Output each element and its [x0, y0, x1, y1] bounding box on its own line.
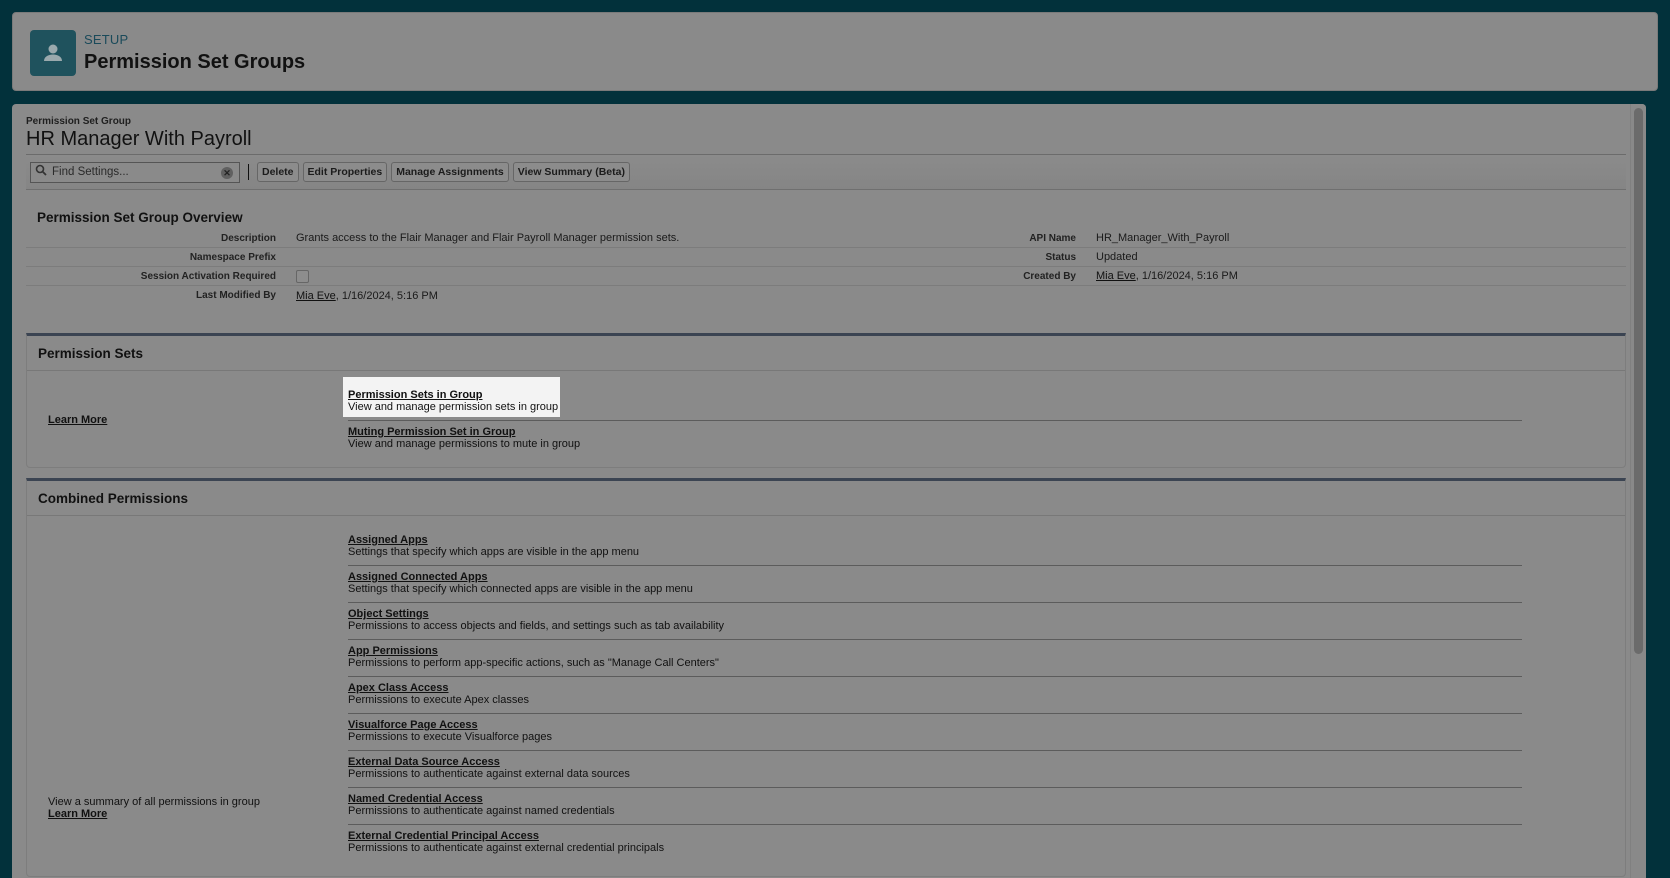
permission-sets-in-group-link[interactable]: Permission Sets in Group: [348, 389, 1522, 401]
overview-row-description: Description Grants access to the Flair M…: [26, 229, 826, 248]
external-credential-principal-access-link[interactable]: External Credential Principal Access: [348, 830, 1522, 842]
header-eyebrow: SETUP: [84, 32, 129, 47]
item-description: View and manage permissions to mute in g…: [348, 438, 581, 450]
field-label: Created By: [1023, 270, 1076, 282]
item-description: Permissions to authenticate against name…: [348, 805, 615, 817]
user-icon: [30, 30, 76, 76]
field-label: Session Activation Required: [140, 270, 276, 282]
field-label: Last Modified By: [195, 290, 276, 301]
delete-button[interactable]: Delete: [257, 162, 299, 182]
field-value: HR_Manager_With_Payroll: [1096, 232, 1230, 244]
list-item-muting-permission-set: Muting Permission Set in Group View and …: [348, 421, 1522, 458]
field-label: Description: [220, 232, 276, 244]
page-title: Permission Set Groups: [84, 51, 306, 73]
list-item: Assigned Connected Apps Settings that spe…: [348, 566, 1522, 603]
field-label: API Name: [1029, 232, 1076, 244]
created-by-user-link[interactable]: Mia Eve: [1096, 270, 1136, 282]
item-description: View and manage permission sets in group: [348, 401, 559, 413]
list-item: Named Credential Access Permissions to au…: [348, 788, 1522, 825]
search-input[interactable]: [52, 166, 212, 178]
combined-permissions-panel: Combined Permissions View a summary of a…: [26, 478, 1626, 877]
view-summary-button[interactable]: View Summary (Beta): [512, 162, 630, 182]
list-item: Apex Class Access Permissions to execute …: [348, 677, 1522, 714]
overview-row-last-modified: Last Modified By Mia Eve, 1/16/2024, 5:1…: [26, 286, 826, 305]
apex-class-access-link[interactable]: Apex Class Access: [348, 682, 1522, 694]
app-permissions-link[interactable]: App Permissions: [348, 645, 1522, 657]
overview-details: Description Grants access to the Flair M…: [26, 229, 1626, 305]
list-item: Assigned Apps Settings that specify which…: [348, 529, 1522, 566]
list-item: External Data Source Access Permissions t…: [348, 751, 1522, 788]
item-description: Permissions to authenticate against exte…: [348, 768, 630, 780]
toolbar-separator: [248, 164, 249, 180]
field-value: Updated: [1096, 251, 1138, 263]
main-content: Permission Set Group HR Manager With Pay…: [12, 104, 1646, 878]
list-item: App Permissions Permissions to perform ap…: [348, 640, 1522, 677]
overview-title: Permission Set Group Overview: [37, 210, 243, 225]
assigned-apps-link[interactable]: Assigned Apps: [348, 534, 1522, 546]
combined-learn-more-link[interactable]: Learn More: [48, 808, 260, 820]
overview-row-session-activation: Session Activation Required: [26, 267, 826, 286]
edit-properties-button[interactable]: Edit Properties: [302, 162, 388, 182]
assigned-connected-apps-link[interactable]: Assigned Connected Apps: [348, 571, 1522, 583]
combined-permissions-title: Combined Permissions: [38, 490, 189, 506]
list-item: Object Settings Permissions to access obj…: [348, 603, 1522, 640]
item-description: Permissions to execute Apex classes: [348, 694, 529, 706]
field-label: Namespace Prefix: [189, 251, 276, 263]
overview-row-api-name: API Name HR_Manager_With_Payroll: [826, 229, 1626, 248]
field-value: Grants access to the Flair Manager and F…: [296, 232, 680, 244]
overview-left-column: Description Grants access to the Flair M…: [26, 229, 826, 305]
vertical-scrollbar[interactable]: [1630, 104, 1646, 878]
object-settings-link[interactable]: Object Settings: [348, 608, 1522, 620]
item-description: Settings that specify which apps are vis…: [348, 546, 640, 558]
find-settings-search[interactable]: ✕: [30, 161, 240, 183]
list-item-permission-sets-in-group: Permission Sets in Group View and manage…: [348, 384, 1522, 421]
scrollbar-thumb[interactable]: [1634, 108, 1643, 654]
last-modified-date: , 1/16/2024, 5:16 PM: [335, 289, 438, 302]
permission-sets-panel: Permission Sets Learn More Permission Se…: [26, 333, 1626, 468]
item-description: Permissions to execute Visualforce pages: [348, 731, 553, 743]
muting-permission-set-link[interactable]: Muting Permission Set in Group: [348, 426, 1522, 438]
external-data-source-access-link[interactable]: External Data Source Access: [348, 756, 1522, 768]
summary-text: View a summary of all permissions in gro…: [48, 796, 260, 808]
overview-right-column: API Name HR_Manager_With_Payroll Status …: [826, 229, 1626, 305]
list-item: Visualforce Page Access Permissions to ex…: [348, 714, 1522, 751]
record-type-label: Permission Set Group: [26, 116, 132, 127]
named-credential-access-link[interactable]: Named Credential Access: [348, 793, 1522, 805]
visualforce-page-access-link[interactable]: Visualforce Page Access: [348, 719, 1522, 731]
search-icon: [35, 163, 47, 181]
item-description: Permissions to perform app-specific acti…: [348, 657, 719, 669]
created-by-date: , 1/16/2024, 5:16 PM: [1135, 270, 1238, 282]
overview-row-status: Status Updated: [826, 248, 1626, 267]
last-modified-user-link[interactable]: Mia Eve: [296, 290, 336, 302]
overview-row-created-by: Created By Mia Eve, 1/16/2024, 5:16 PM: [826, 267, 1626, 286]
list-item: External Credential Principal Access Perm…: [348, 825, 1522, 862]
manage-assignments-button[interactable]: Manage Assignments: [391, 162, 509, 182]
permission-sets-title: Permission Sets: [38, 345, 144, 361]
item-description: Permissions to authenticate against exte…: [348, 842, 665, 854]
field-label: Status: [1045, 251, 1076, 263]
overview-row-namespace: Namespace Prefix: [26, 248, 826, 267]
session-activation-checkbox: [296, 269, 309, 283]
clear-search-icon[interactable]: ✕: [221, 166, 233, 179]
item-description: Settings that specify which connected ap…: [348, 583, 693, 595]
permission-sets-learn-more-link[interactable]: Learn More: [48, 414, 107, 426]
item-description: Permissions to access objects and fields…: [348, 620, 725, 632]
record-title: HR Manager With Payroll: [26, 128, 252, 150]
toolbar: ✕ Delete Edit Properties Manage Assignme…: [26, 155, 1626, 190]
page-header: SETUP Permission Set Groups: [12, 12, 1658, 91]
